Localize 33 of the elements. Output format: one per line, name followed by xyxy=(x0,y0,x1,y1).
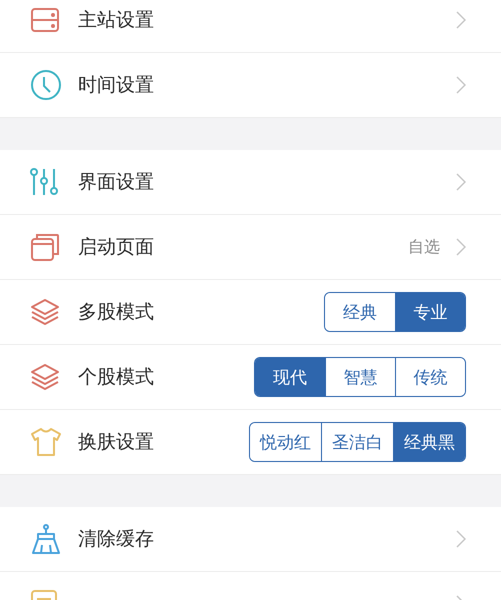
row-label: 主站设置 xyxy=(78,8,154,33)
clock-icon xyxy=(30,69,62,101)
settings-row[interactable]: 界面设置 xyxy=(0,150,501,215)
shirt-icon xyxy=(30,427,62,457)
settings-row[interactable]: 清除缓存 xyxy=(0,507,501,572)
settings-row[interactable]: 个股模式 现代 智慧 传统 xyxy=(0,345,501,410)
sliders-icon xyxy=(30,167,58,197)
settings-row[interactable]: 换肤设置 悦动红 圣洁白 经典黑 xyxy=(0,410,501,475)
chevron-icon xyxy=(456,530,466,548)
row-label: 个股模式 xyxy=(78,365,154,390)
layers-icon xyxy=(30,298,60,326)
segment-option[interactable]: 专业 xyxy=(395,293,465,331)
settings-row[interactable]: 多股模式 经典 专业 xyxy=(0,280,501,345)
chevron-icon xyxy=(456,76,466,94)
layers-icon xyxy=(30,363,60,391)
chevron-icon xyxy=(456,11,466,29)
row-value: 自选 xyxy=(408,236,440,258)
row-label: 多股模式 xyxy=(78,300,154,325)
segment-option[interactable]: 经典黑 xyxy=(393,423,465,461)
chevron-icon xyxy=(456,173,466,191)
server-icon xyxy=(30,7,60,33)
segment-option[interactable]: 传统 xyxy=(395,358,465,396)
settings-row[interactable]: 启动页面 自选 xyxy=(0,215,501,280)
broom-icon xyxy=(30,523,62,555)
row-label: 界面设置 xyxy=(78,170,154,195)
row-label: 启动页面 xyxy=(78,235,154,260)
row-label: 清除缓存 xyxy=(78,527,154,552)
row-label: 换肤设置 xyxy=(78,430,154,455)
settings-row[interactable]: 主站设置 xyxy=(0,0,501,53)
window-icon xyxy=(30,232,60,262)
row-label: 时间设置 xyxy=(78,73,154,98)
segment-option[interactable]: 现代 xyxy=(255,358,325,396)
chevron-icon xyxy=(456,238,466,256)
